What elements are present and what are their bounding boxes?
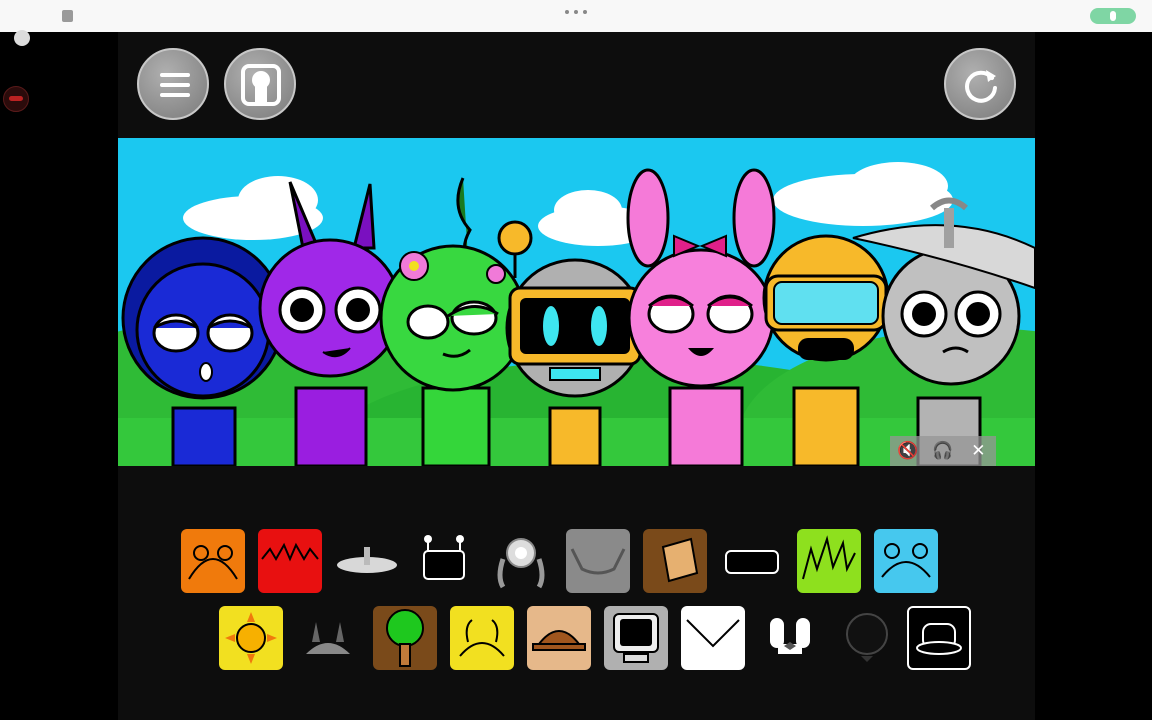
- palette-slot-satellite-dish[interactable]: [335, 529, 399, 593]
- top-hat-icon: [916, 623, 962, 655]
- record-badge-icon[interactable]: [3, 86, 29, 112]
- mute-icon[interactable]: 🔇: [896, 439, 920, 463]
- character-stage: [118, 138, 1035, 466]
- audio-controls: 🔇 🎧 ✕: [890, 436, 996, 466]
- envelope-icon: [686, 619, 740, 648]
- microphone-indicator-icon: [1090, 8, 1136, 24]
- palette-slot-bear-ears[interactable]: [874, 529, 938, 593]
- palette-slot-white-ears[interactable]: [758, 606, 822, 670]
- palette-slot-yellow-antennae[interactable]: [450, 606, 514, 670]
- menu-button[interactable]: [137, 48, 209, 120]
- system-status-bar: [0, 0, 1152, 32]
- gray-horns-icon: [570, 548, 626, 575]
- palette-slot-viking-helmet[interactable]: [296, 606, 360, 670]
- floating-touch-icon[interactable]: [14, 30, 30, 46]
- game-area: 🔇 🎧 ✕: [118, 32, 1035, 720]
- viking-helmet-icon: [306, 622, 350, 654]
- palette-slot-black-ball[interactable]: [835, 606, 899, 670]
- red-spikes-icon: [261, 542, 319, 562]
- avatar-button[interactable]: [224, 48, 296, 120]
- close-icon[interactable]: ✕: [966, 439, 990, 463]
- reset-icon: [965, 70, 997, 103]
- satellite-dish-icon: [337, 547, 397, 573]
- bucket-icon: [661, 537, 699, 583]
- sun-icon: [225, 612, 277, 664]
- hamburger-icon: [160, 73, 190, 97]
- brown-hat-icon: [532, 630, 586, 651]
- tree-icon: [386, 609, 424, 667]
- palette-slot-robot-antenna[interactable]: [412, 529, 476, 593]
- reset-button[interactable]: [944, 48, 1016, 120]
- palette-slot-red-spikes[interactable]: [258, 529, 322, 593]
- window-square-icon[interactable]: [62, 10, 73, 22]
- palette-slot-bucket[interactable]: [643, 529, 707, 593]
- palette-slot-envelope[interactable]: [681, 606, 745, 670]
- headphones-icon[interactable]: 🎧: [931, 439, 955, 463]
- orange-ears-icon: [188, 545, 238, 580]
- palette-slot-tree[interactable]: [373, 606, 437, 670]
- palette-slot-brown-hat[interactable]: [527, 606, 591, 670]
- black-ball-icon: [846, 613, 888, 662]
- palette-slot-computer[interactable]: [604, 606, 668, 670]
- computer-icon: [613, 613, 659, 663]
- robot-antenna-icon: [423, 535, 465, 580]
- palette-slot-sun[interactable]: [219, 606, 283, 670]
- palette-slot-orange-ears[interactable]: [181, 529, 245, 593]
- more-dots-icon[interactable]: [565, 10, 587, 16]
- palette-slot-flower[interactable]: [489, 529, 553, 593]
- bear-ears-icon: [881, 543, 931, 578]
- yellow-antennae-icon: [459, 619, 505, 657]
- green-grass-icon: [802, 535, 856, 580]
- palette-slot-visor[interactable]: [720, 529, 784, 593]
- visor-icon: [725, 550, 779, 574]
- palette-slot-green-grass[interactable]: [797, 529, 861, 593]
- character-icon: [241, 64, 281, 106]
- flower-icon: [497, 538, 545, 589]
- palette-slot-top-hat[interactable]: [907, 606, 971, 670]
- white-ears-icon: [770, 618, 810, 654]
- palette-slot-gray-horns[interactable]: [566, 529, 630, 593]
